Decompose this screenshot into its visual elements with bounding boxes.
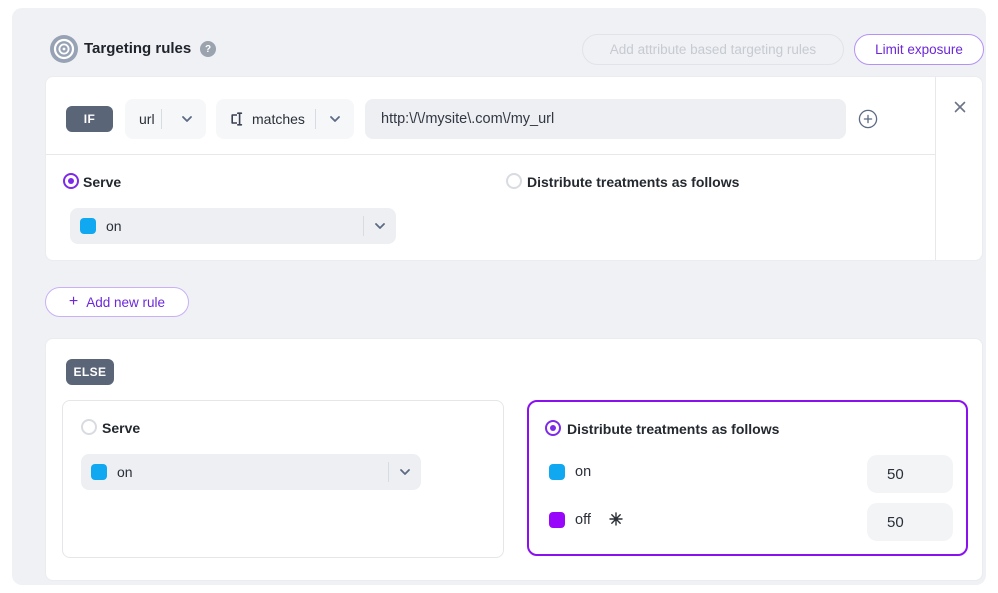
- chevron-down-icon: [399, 466, 411, 478]
- treatment-percent-input[interactable]: [867, 503, 953, 541]
- default-treatment-select-value: on: [117, 464, 388, 480]
- distribute-radio-label[interactable]: Distribute treatments as follows: [527, 174, 739, 190]
- treatment-color-swatch: [80, 218, 96, 234]
- treatment-color-swatch: [549, 512, 565, 528]
- default-serve-radio-label[interactable]: Serve: [102, 420, 140, 436]
- treatment-name: on: [575, 464, 591, 480]
- limit-exposure-button[interactable]: Limit exposure: [854, 34, 984, 65]
- targeting-rule-card: IF url matches: [45, 76, 983, 261]
- else-badge: ELSE: [66, 359, 114, 385]
- targeting-rules-page: Targeting rules ? Add attribute based ta…: [0, 0, 998, 593]
- chevron-down-icon: [374, 220, 386, 232]
- plus-icon: +: [69, 294, 78, 310]
- help-icon[interactable]: ?: [200, 41, 216, 57]
- default-distribute-radio-label[interactable]: Distribute treatments as follows: [567, 421, 779, 437]
- add-attribute-rules-button[interactable]: Add attribute based targeting rules: [582, 34, 844, 65]
- dropdown-separator: [363, 216, 364, 236]
- treatment-select-value: on: [106, 218, 363, 234]
- default-serve-radio[interactable]: [81, 419, 97, 435]
- treatment-select[interactable]: on: [70, 208, 396, 244]
- default-rule-card: ELSE Serve on Distribute treatments as f…: [45, 338, 983, 581]
- chevron-down-icon: [329, 113, 341, 125]
- targeting-rules-panel: Targeting rules ? Add attribute based ta…: [12, 8, 986, 585]
- attribute-dropdown-value: url: [139, 111, 155, 127]
- page-title: Targeting rules: [84, 40, 191, 57]
- attribute-dropdown[interactable]: url: [125, 99, 206, 139]
- add-condition-icon[interactable]: [858, 109, 878, 129]
- dropdown-separator: [388, 462, 389, 482]
- matcher-value-input[interactable]: [365, 99, 846, 139]
- string-matcher-icon: [228, 110, 246, 128]
- target-icon: [50, 35, 78, 63]
- treatment-name: off: [575, 512, 591, 528]
- chevron-down-icon: [181, 113, 193, 125]
- treatment-color-swatch: [91, 464, 107, 480]
- serve-radio[interactable]: [63, 173, 79, 189]
- distribute-radio[interactable]: [506, 173, 522, 189]
- default-treatment-asterisk-icon: [609, 512, 623, 526]
- dropdown-separator: [161, 109, 162, 129]
- serve-radio-label[interactable]: Serve: [83, 174, 121, 190]
- close-icon[interactable]: [952, 99, 968, 115]
- matcher-dropdown[interactable]: matches: [216, 99, 354, 139]
- default-treatment-select[interactable]: on: [81, 454, 421, 490]
- dropdown-separator: [315, 109, 316, 129]
- matcher-dropdown-value: matches: [252, 111, 315, 127]
- rule-card-divider: [935, 77, 936, 260]
- default-distribute-radio[interactable]: [545, 420, 561, 436]
- default-serve-option-card: Serve on: [62, 400, 504, 558]
- add-new-rule-label: Add new rule: [86, 295, 165, 310]
- if-badge: IF: [66, 106, 113, 132]
- treatment-color-swatch: [549, 464, 565, 480]
- default-distribute-option-card: Distribute treatments as follows on off: [527, 400, 968, 556]
- treatment-percent-input[interactable]: [867, 455, 953, 493]
- rule-section-divider: [46, 154, 935, 155]
- add-new-rule-button[interactable]: + Add new rule: [45, 287, 189, 317]
